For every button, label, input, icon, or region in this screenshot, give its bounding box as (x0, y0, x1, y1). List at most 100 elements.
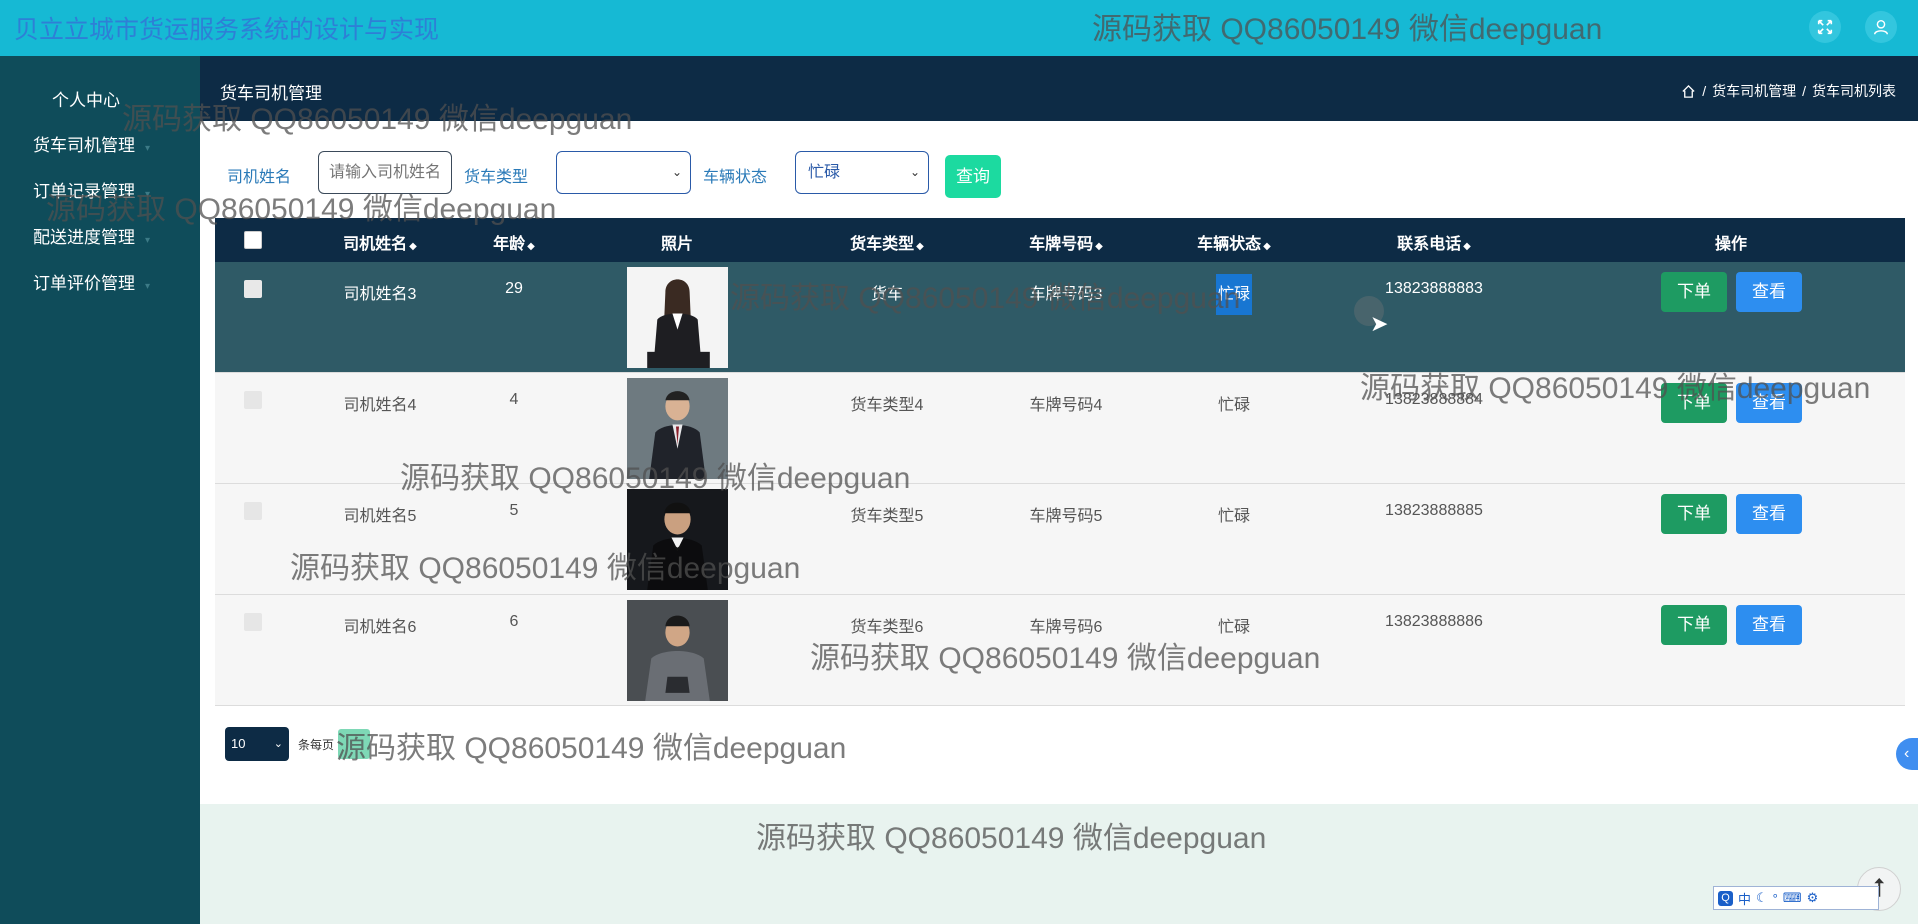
query-button[interactable]: 查询 (945, 155, 1001, 198)
chevron-down-icon: ▾ (145, 189, 151, 200)
page-size-select[interactable]: 10 ⌄ (225, 727, 289, 761)
column-header-plate[interactable]: 车牌号码 ◆ (1029, 230, 1103, 254)
status-cell: 忙碌 (1217, 619, 1251, 636)
chevron-down-icon: ⌄ (909, 165, 920, 179)
phone-cell: 13823888885 (1385, 502, 1483, 519)
sidebar-item-label: 个人中心 (52, 91, 120, 110)
breadcrumb-item-driver-management[interactable]: 货车司机管理 (1712, 81, 1796, 101)
table-row[interactable]: 司机姓名5 5 货车类型5 车牌号码5 忙碌 13823888885 下单 查看 (215, 484, 1905, 595)
view-button[interactable]: 查看 (1736, 494, 1802, 534)
fullscreen-button[interactable] (1809, 11, 1841, 43)
driver-name-label: 司机姓名 (227, 169, 292, 186)
phone-cell: 13823888886 (1385, 613, 1483, 630)
user-icon (1873, 19, 1889, 35)
sidebar-item-driver-management[interactable]: 货车司机管理 ▾ (33, 131, 150, 161)
table-row[interactable]: 司机姓名6 6 货车类型6 车牌号码6 忙碌 13823888886 下单 查看 (215, 595, 1905, 706)
row-checkbox[interactable] (244, 613, 262, 631)
sort-icon: ◆ (1095, 241, 1103, 252)
column-header-age[interactable]: 年龄 ◆ (493, 230, 535, 254)
sidebar-item-label: 订单记录管理 (33, 182, 135, 201)
ime-logo-icon: Q (1718, 890, 1733, 906)
sidebar-item-order-reviews[interactable]: 订单评价管理 ▾ (33, 269, 150, 299)
driver-photo[interactable] (627, 267, 728, 368)
age-cell: 6 (509, 613, 519, 630)
plate-cell: 车牌号码5 (1029, 508, 1103, 525)
home-icon[interactable] (1681, 84, 1696, 99)
table-row[interactable]: 司机姓名4 4 货车类型4 车牌号码4 忙碌 13823888884 下单 查看 (215, 373, 1905, 484)
sidebar-item-label: 货车司机管理 (33, 136, 135, 155)
vehicle-status-select[interactable]: 忙碌 ⌄ (795, 151, 929, 194)
plate-cell: 车牌号码3 (1029, 286, 1103, 303)
column-header-truck-type[interactable]: 货车类型 ◆ (850, 230, 924, 254)
view-button[interactable]: 查看 (1736, 272, 1802, 312)
status-cell: 忙碌 (1215, 274, 1253, 315)
sidebar-item-personal-center[interactable]: 个人中心 (52, 86, 120, 116)
driver-photo[interactable] (627, 600, 728, 701)
plate-cell: 车牌号码4 (1029, 397, 1103, 414)
keyboard-icon[interactable]: ⌨ (1783, 890, 1802, 906)
status-cell: 忙碌 (1217, 508, 1251, 525)
order-button[interactable]: 下单 (1661, 494, 1727, 534)
truck-type-cell: 货车类型5 (850, 508, 924, 525)
breadcrumb: / 货车司机管理 / 货车司机列表 (1681, 81, 1896, 101)
moon-icon[interactable]: ☾ (1756, 890, 1768, 906)
age-cell: 5 (509, 502, 519, 519)
sort-icon: ◆ (527, 241, 535, 252)
page-size-label: 条每页 (298, 738, 335, 752)
select-all-checkbox[interactable] (244, 231, 262, 249)
column-header-status[interactable]: 车辆状态 ◆ (1197, 230, 1271, 254)
main-header: 货车司机管理 / 货车司机管理 / 货车司机列表 (200, 56, 1918, 121)
age-cell: 29 (505, 280, 523, 297)
vehicle-status-value: 忙碌 (808, 164, 841, 181)
column-header-photo: 照片 (660, 236, 694, 253)
sidebar: 个人中心 货车司机管理 ▾ 订单记录管理 ▾ 配送进度管理 ▾ 订单评价管理 ▾ (0, 56, 200, 924)
driver-name-cell: 司机姓名3 (343, 286, 417, 303)
ime-mode-label[interactable]: 中 (1738, 889, 1751, 908)
portrait-image (627, 489, 728, 590)
driver-name-cell: 司机姓名6 (343, 619, 417, 636)
column-header-name[interactable]: 司机姓名 ◆ (343, 230, 417, 254)
table-header: 司机姓名 ◆ 年龄 ◆ 照片 货车类型 ◆ 车牌号码 ◆ 车辆状态 ◆ 联系电话 ◆ 操作 (215, 218, 1905, 262)
truck-type-select[interactable]: ⌄ (556, 151, 691, 194)
status-cell: 忙碌 (1217, 397, 1251, 414)
table-row[interactable]: 司机姓名3 29 货车 车牌号码3 忙碌 13823888883 下单 查看 (215, 262, 1905, 373)
sidebar-item-delivery-progress[interactable]: 配送进度管理 ▾ (33, 223, 150, 253)
chevron-down-icon: ⌄ (671, 165, 682, 179)
row-checkbox[interactable] (244, 280, 262, 298)
punctuation-icon[interactable]: ° (1773, 891, 1778, 906)
sort-icon: ◆ (1463, 241, 1471, 252)
settings-icon[interactable]: ⚙ (1807, 890, 1819, 906)
view-button[interactable]: 查看 (1736, 605, 1802, 645)
top-bar: 贝立立城市货运服务系统的设计与实现 (0, 0, 1918, 56)
row-checkbox[interactable] (244, 502, 262, 520)
sidebar-item-label: 订单评价管理 (33, 274, 135, 293)
order-button[interactable]: 下单 (1661, 605, 1727, 645)
user-button[interactable] (1865, 11, 1897, 43)
portrait-image (627, 378, 728, 479)
truck-type-cell: 货车类型4 (850, 397, 924, 414)
order-button[interactable]: 下单 (1661, 383, 1727, 423)
order-button[interactable]: 下单 (1661, 272, 1727, 312)
portrait-image (627, 600, 728, 701)
mouse-cursor-icon: ➤ (1370, 311, 1389, 336)
driver-name-input[interactable] (318, 151, 452, 194)
chevron-left-icon: ‹ (1904, 745, 1910, 762)
status-badge: 忙碌 (1215, 274, 1253, 315)
driver-photo[interactable] (627, 378, 728, 479)
sidebar-item-order-records[interactable]: 订单记录管理 ▾ (33, 177, 150, 207)
driver-photo[interactable] (627, 489, 728, 590)
driver-name-cell: 司机姓名4 (343, 397, 417, 414)
column-header-phone[interactable]: 联系电话 ◆ (1397, 230, 1471, 254)
chevron-down-icon: ▾ (145, 143, 151, 154)
portrait-image (627, 267, 728, 368)
ime-toolbar[interactable]: Q 中 ☾ ° ⌨ ⚙ (1713, 886, 1879, 910)
expand-icon (1817, 19, 1833, 35)
page-number-button[interactable] (338, 729, 370, 759)
view-button[interactable]: 查看 (1736, 383, 1802, 423)
column-header-actions: 操作 (1714, 236, 1748, 253)
row-checkbox[interactable] (244, 391, 262, 409)
breadcrumb-item-driver-list: 货车司机列表 (1812, 83, 1896, 99)
page-title: 货车司机管理 (220, 84, 322, 103)
breadcrumb-separator: / (1802, 83, 1806, 99)
truck-type-cell: 货车类型6 (850, 619, 924, 636)
